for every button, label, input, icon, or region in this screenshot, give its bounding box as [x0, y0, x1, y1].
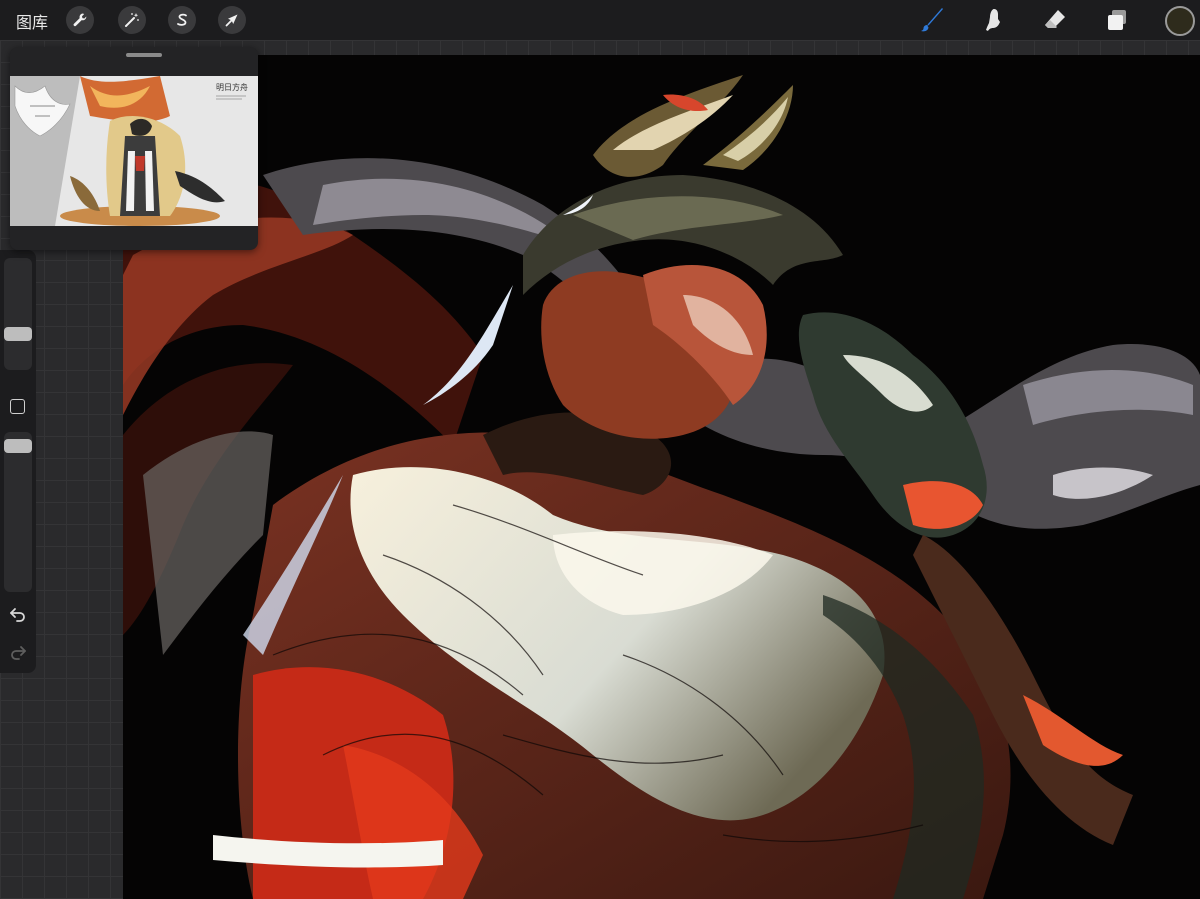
painting-artwork — [123, 75, 1200, 899]
redo-icon — [11, 646, 26, 660]
transform-button[interactable] — [218, 6, 246, 34]
gallery-link[interactable]: 图库 — [16, 9, 48, 33]
actions-button[interactable] — [66, 6, 94, 34]
wrench-icon — [73, 13, 87, 27]
color-swatch[interactable] — [1165, 6, 1195, 36]
artwork-canvas[interactable] — [123, 55, 1200, 899]
reference-image: 明日方舟 — [10, 76, 258, 226]
brush-opacity-handle[interactable] — [4, 439, 32, 454]
undo-icon — [10, 608, 25, 622]
magic-wand-icon — [125, 13, 139, 27]
smudge-icon — [986, 9, 1000, 31]
transform-arrow-icon — [225, 14, 238, 27]
selection-s-icon — [177, 13, 187, 26]
brush-opacity-slider[interactable] — [4, 432, 32, 592]
top-toolbar: 图库 — [0, 0, 1200, 40]
reference-drag-handle[interactable] — [126, 53, 162, 57]
modify-square-icon[interactable] — [10, 399, 25, 414]
redo-button[interactable] — [6, 642, 30, 662]
layers-tool[interactable] — [1102, 5, 1132, 35]
reference-logo-text: 明日方舟 — [216, 82, 248, 92]
undo-button[interactable] — [6, 604, 30, 624]
brush-tool[interactable] — [918, 5, 948, 35]
left-sidebar — [0, 250, 36, 673]
eraser-tool[interactable] — [1040, 5, 1070, 35]
brush-size-handle[interactable] — [4, 326, 32, 341]
layers-icon — [1108, 10, 1126, 30]
selection-button[interactable] — [168, 6, 196, 34]
brush-icon — [921, 8, 943, 32]
eraser-icon — [1045, 10, 1065, 28]
adjustments-button[interactable] — [118, 6, 146, 34]
reference-window[interactable]: 明日方舟 — [10, 47, 258, 250]
smudge-tool[interactable] — [978, 5, 1008, 35]
brush-size-slider[interactable] — [4, 258, 32, 370]
